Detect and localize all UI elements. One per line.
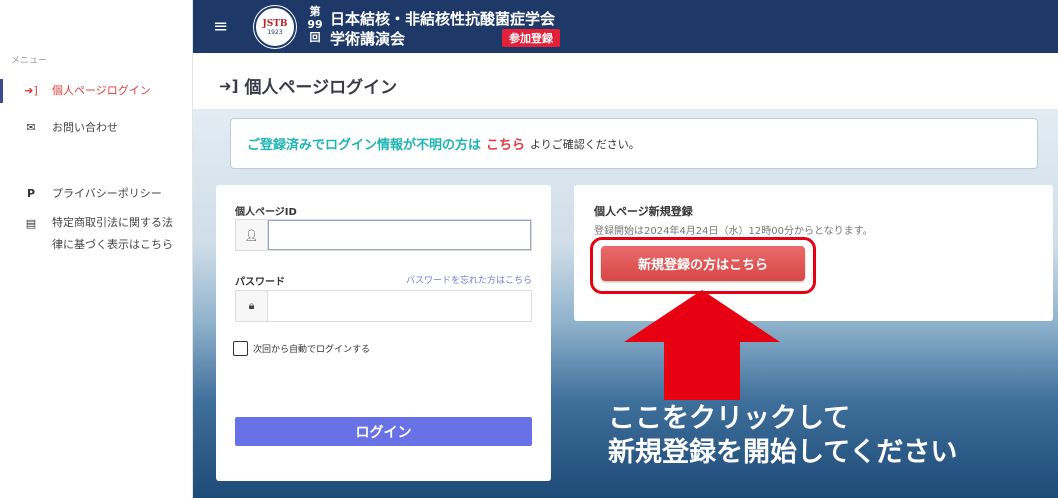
- registration-badge: 参加登録: [502, 29, 560, 47]
- new-registration-heading: 個人ページ新規登録: [594, 205, 693, 218]
- session-kai-top: 第: [309, 5, 321, 18]
- sidebar-item-label-line2: 律に基づく表示はこちら: [52, 238, 173, 251]
- page-title-bar: ➜] 個人ページログイン: [193, 53, 1058, 109]
- sidebar-item-tokushoho[interactable]: ▤ 特定商取引法に関する法 律に基づく表示はこちら: [0, 212, 192, 256]
- login-button[interactable]: ログイン: [235, 417, 532, 446]
- site-title-line2: 学術講演会: [330, 30, 406, 48]
- callout-line2: 新規登録を開始してください: [608, 437, 958, 468]
- notice-text-suffix: よりご確認ください。: [530, 137, 640, 151]
- logo-text: JSTB: [262, 18, 288, 29]
- new-registration-description: 登録開始は2024年4月24日（水）12時00分からとなります。: [594, 226, 873, 237]
- notice-link[interactable]: こちら: [486, 134, 525, 153]
- login-card: 個人ページID 👤︎ パスワード パスワードを忘れた方はこちら 🔒︎ 次回から自…: [216, 185, 551, 481]
- arrow-up-icon: [624, 290, 780, 400]
- sidebar-item-label: 特定商取引法に関する法 律に基づく表示はこちら: [52, 212, 173, 256]
- sidebar: メニュー ➜] 個人ページログイン ✉ お問い合わせ P プライバシーポリシー …: [0, 0, 193, 498]
- sign-in-icon: ➜]: [24, 84, 38, 97]
- hamburger-menu-icon[interactable]: ≡: [213, 16, 228, 37]
- society-logo: JSTB 1923: [254, 6, 296, 48]
- remember-me[interactable]: 次回から自動でログインする: [233, 341, 370, 356]
- forgot-password-link[interactable]: パスワードを忘れた方はこちら: [406, 273, 532, 286]
- sign-in-icon: ➜]: [219, 76, 239, 95]
- page-title: ➜] 個人ページログイン: [219, 73, 398, 99]
- remember-me-checkbox[interactable]: [233, 341, 248, 356]
- page-title-text: 個人ページログイン: [244, 78, 398, 98]
- menu-caption: メニュー: [11, 56, 48, 66]
- new-registration-button[interactable]: 新規登録の方はこちら: [601, 246, 805, 281]
- password-field: 🔒︎: [235, 290, 532, 322]
- session-kai-number: 99: [307, 18, 323, 31]
- notice-text: ご登録済みでログイン情報が不明の方は: [247, 138, 482, 153]
- login-info-notice: ご登録済みでログイン情報が不明の方は こちら よりご確認ください。: [230, 118, 1038, 169]
- id-input[interactable]: [268, 220, 531, 250]
- sidebar-item-label-line1: 特定商取引法に関する法: [52, 216, 173, 229]
- envelope-icon: ✉: [26, 121, 36, 134]
- sidebar-item-login[interactable]: ➜] 個人ページログイン: [0, 79, 192, 103]
- site-title-line1: 日本結核・非結核性抗酸菌症学会: [330, 10, 556, 28]
- instruction-callout: ここをクリックして 新規登録を開始してください: [608, 402, 957, 470]
- sidebar-item-label: プライバシーポリシー: [52, 187, 162, 200]
- sidebar-item-label: お問い合わせ: [52, 121, 118, 134]
- session-kai-bottom: 回: [309, 31, 321, 44]
- sidebar-item-contact[interactable]: ✉ お問い合わせ: [0, 121, 192, 135]
- header: ≡ JSTB 1923 第 99 回 日本結核・非結核性抗酸菌症学会 学術講演会…: [193, 0, 1058, 53]
- remember-me-label: 次回から自動でログインする: [253, 345, 371, 355]
- password-label: パスワード: [235, 277, 285, 288]
- lock-icon: 🔒︎: [236, 291, 268, 321]
- file-icon: ▤: [25, 217, 37, 230]
- parking-icon: P: [26, 187, 36, 200]
- id-field: 👤︎: [235, 219, 532, 251]
- sidebar-item-privacy[interactable]: P プライバシーポリシー: [0, 187, 192, 201]
- user-icon: 👤︎: [236, 220, 268, 250]
- callout-line1: ここをクリックして: [608, 403, 851, 434]
- id-label: 個人ページID: [235, 207, 297, 218]
- logo-year: 1923: [267, 28, 283, 36]
- sidebar-item-label: 個人ページログイン: [52, 84, 151, 97]
- session-number: 第 99 回: [307, 5, 323, 44]
- password-input[interactable]: [268, 291, 531, 321]
